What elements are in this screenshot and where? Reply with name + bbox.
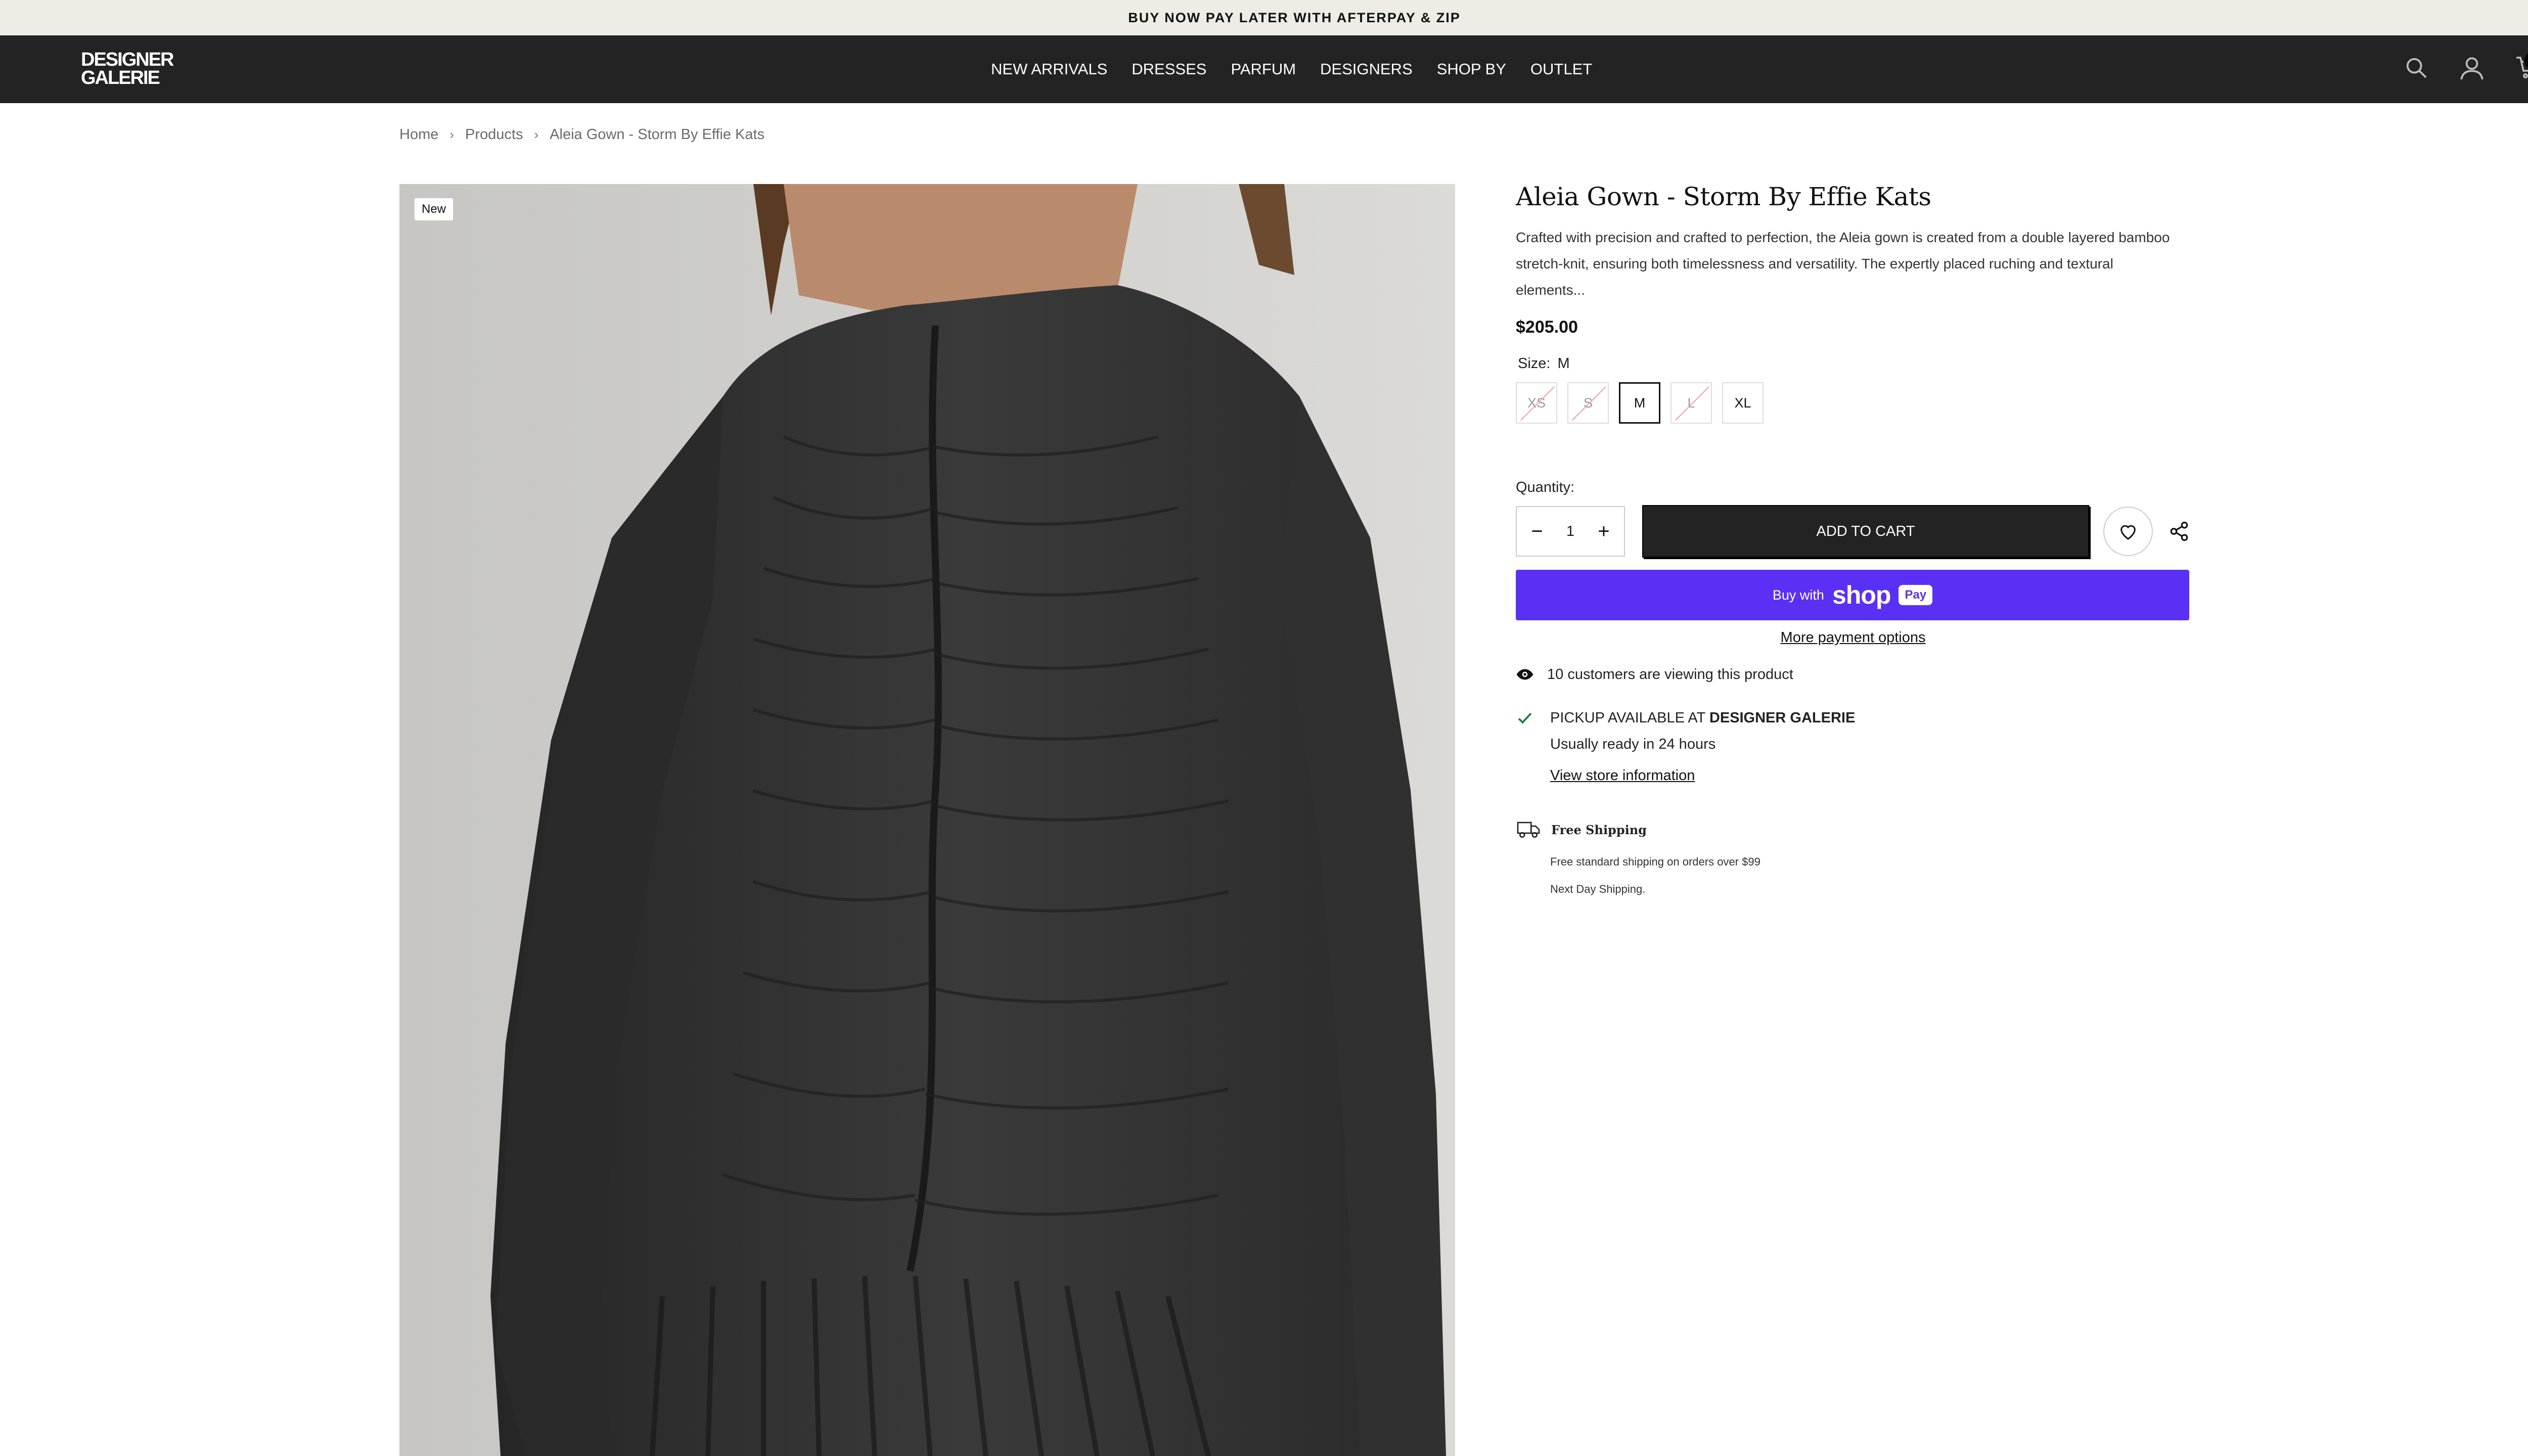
header-icons: 0 <box>2403 51 2528 83</box>
product-description: Crafted with precision and crafted to pe… <box>1516 230 2170 298</box>
logo-line2: GALERIE <box>81 67 160 88</box>
nav-parfum[interactable]: PARFUM <box>1231 60 1296 78</box>
logo[interactable]: DESIGNER GALERIE <box>81 49 174 88</box>
size-swatch-s[interactable]: S <box>1567 382 1609 424</box>
eye-icon <box>1516 669 1533 680</box>
size-swatches: XS S M L XL <box>1516 382 2190 424</box>
size-swatch-xs[interactable]: XS <box>1516 382 1557 424</box>
nav-shop-by[interactable]: SHOP BY <box>1437 60 1506 78</box>
size-selected: M <box>1557 355 1570 372</box>
wishlist-button[interactable] <box>2103 507 2153 556</box>
shop-pay-prefix: Buy with <box>1772 587 1824 603</box>
new-badge: New <box>415 198 454 220</box>
quantity-label: Quantity: <box>1516 479 1575 495</box>
nav-outlet[interactable]: OUTLET <box>1530 60 1592 78</box>
quantity-stepper: − 1 + <box>1516 506 1625 557</box>
dress-photo <box>399 184 1455 1456</box>
nav-designers[interactable]: DESIGNERS <box>1320 60 1413 78</box>
announcement-text: BUY NOW PAY LATER WITH AFTERPAY & ZIP <box>1128 10 1461 25</box>
product-price: $205.00 <box>1516 317 1578 337</box>
product-title: Aleia Gown - Storm By Effie Kats <box>1516 182 1931 211</box>
quantity-value[interactable]: 1 <box>1566 523 1574 540</box>
breadcrumb: Home › Products › Aleia Gown - Storm By … <box>399 126 764 143</box>
size-label: Size: <box>1518 355 1551 372</box>
size-swatch-m[interactable]: M <box>1619 382 1660 424</box>
nav-new-arrivals[interactable]: NEW ARRIVALS <box>991 60 1107 78</box>
site-header: DESIGNER GALERIE NEW ARRIVALS DRESSES PA… <box>0 35 2528 103</box>
size-swatch-l[interactable]: L <box>1671 382 1712 424</box>
shipping-head: Free Shipping <box>1516 819 2190 840</box>
logo-line1: DESIGNER <box>81 49 174 70</box>
more-payment-options-link[interactable]: More payment options <box>1516 629 2190 646</box>
account-icon[interactable] <box>2459 53 2485 83</box>
plus-icon[interactable]: + <box>1594 520 1614 543</box>
shipping-line-1: Free standard shipping on orders over $9… <box>1550 855 1760 868</box>
size-swatch-xl[interactable]: XL <box>1722 382 1764 424</box>
breadcrumb-home[interactable]: Home <box>399 126 438 143</box>
shipping-line-2: Next Day Shipping. <box>1550 883 1646 895</box>
shipping-info: Free Shipping Free standard shipping on … <box>1516 819 2190 896</box>
truck-icon <box>1517 822 1540 838</box>
viewers-notice: 10 customers are viewing this product <box>1516 665 2190 684</box>
breadcrumb-products[interactable]: Products <box>465 126 523 143</box>
add-to-cart-button[interactable]: ADD TO CART <box>1642 505 2089 558</box>
announcement-bar: BUY NOW PAY LATER WITH AFTERPAY & ZIP <box>0 0 2528 35</box>
nav-dresses[interactable]: DRESSES <box>1132 60 1206 78</box>
breadcrumb-current: Aleia Gown - Storm By Effie Kats <box>550 126 765 143</box>
product-info: Aleia Gown - Storm By Effie Kats Crafted… <box>1516 182 2190 896</box>
cart-icon[interactable]: 0 <box>2514 51 2528 83</box>
chevron-right-icon: › <box>534 127 539 142</box>
product-image[interactable]: New <box>399 184 1455 1456</box>
share-icon <box>2170 521 2188 541</box>
check-icon <box>1518 712 1532 724</box>
pickup-store: DESIGNER GALERIE <box>1709 710 1856 726</box>
pickup-line: PICKUP AVAILABLE AT DESIGNER GALERIE <box>1550 705 1855 731</box>
view-store-info-link[interactable]: View store information <box>1550 762 1695 789</box>
minus-icon[interactable]: − <box>1527 520 1547 543</box>
shop-pay-button[interactable]: Buy with shop Pay <box>1516 570 2189 620</box>
heart-icon <box>2120 525 2136 540</box>
share-button[interactable] <box>2168 520 2190 542</box>
shop-pay-badge: Pay <box>1899 585 1933 605</box>
size-label-row: Size: M <box>1516 355 2190 372</box>
pickup-text: PICKUP AVAILABLE AT DESIGNER GALERIE Usu… <box>1550 705 1855 789</box>
pickup-info: PICKUP AVAILABLE AT DESIGNER GALERIE Usu… <box>1516 705 2190 789</box>
chevron-right-icon: › <box>449 127 455 142</box>
quantity-row: − 1 + ADD TO CART <box>1516 505 2190 558</box>
pickup-ready: Usually ready in 24 hours <box>1550 736 1716 752</box>
shipping-title: Free Shipping <box>1551 822 1647 837</box>
viewers-text: 10 customers are viewing this product <box>1547 666 1793 682</box>
shop-pay-logo: shop <box>1832 581 1891 609</box>
main-nav: NEW ARRIVALS DRESSES PARFUM DESIGNERS SH… <box>991 35 1592 103</box>
pickup-prefix: PICKUP AVAILABLE AT <box>1550 710 1705 726</box>
search-icon[interactable] <box>2403 53 2429 83</box>
